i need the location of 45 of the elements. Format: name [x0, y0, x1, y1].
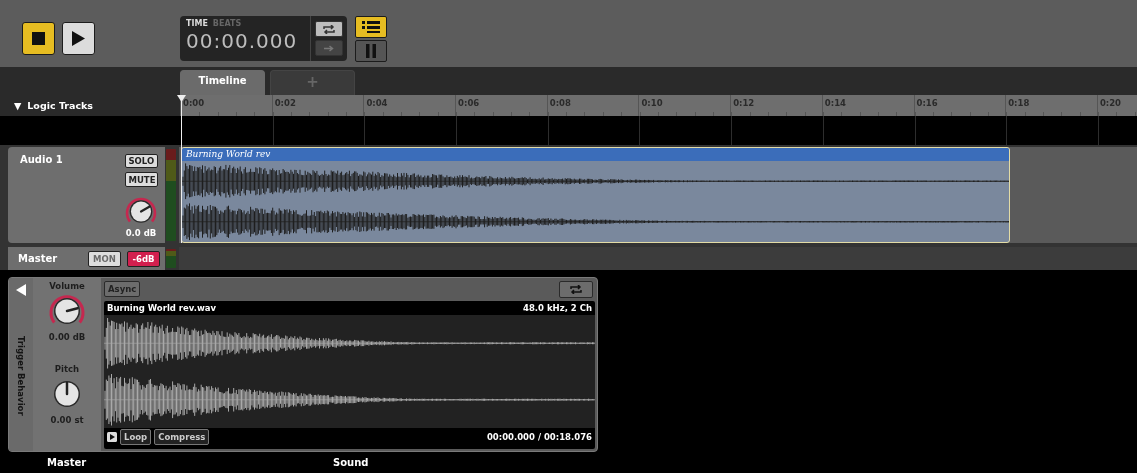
loop-icon: [570, 285, 582, 294]
play-icon: [72, 31, 85, 46]
gain-value: 0.0 dB: [125, 228, 157, 238]
time-mode-tab[interactable]: TIME: [186, 19, 208, 28]
list-icon: [362, 21, 380, 33]
time-readout: 00:00.000: [186, 29, 299, 53]
stop-button[interactable]: [22, 22, 55, 55]
knob-value: 0.00 dB: [48, 332, 86, 342]
follow-button[interactable]: [315, 40, 343, 56]
play-button[interactable]: [62, 22, 95, 55]
audio-format: 48.0 kHz, 2 Ch: [523, 303, 592, 313]
arrow-right-icon: [324, 44, 334, 52]
track-toggle[interactable]: MUTE: [124, 172, 158, 187]
track-name: Audio 1: [20, 154, 64, 167]
timeline-ruler[interactable]: 0:00 0:02 0:04 0:06 0:08 0:10 0:12 0:14 0:16 0:18 0:20: [180, 95, 1137, 116]
loop-button[interactable]: [559, 281, 593, 298]
track-toggle[interactable]: SOLO: [124, 154, 158, 169]
level-meter: [166, 249, 176, 268]
knob-label: Volume: [49, 281, 85, 291]
knob-value: 0.00 st: [50, 415, 84, 425]
side-tab[interactable]: Trigger Behavior: [9, 278, 33, 451]
knob-label: Pitch: [54, 364, 80, 374]
side-label: Trigger Behavior: [16, 336, 26, 416]
panel-label: Master: [47, 457, 88, 468]
option-toggle[interactable]: Compress: [154, 429, 210, 445]
loop-icon: [323, 24, 335, 34]
playback-position: 00:00.000 / 00:18.076: [486, 432, 592, 442]
section-title: Logic Tracks: [27, 100, 94, 111]
async-button[interactable]: Async: [104, 281, 141, 297]
track-toggle[interactable]: -6dB: [127, 250, 160, 267]
loop-button[interactable]: [315, 21, 343, 37]
file-name: Burning World rev.wav: [107, 303, 216, 313]
audio-clip[interactable]: Burning World rev: [181, 147, 1010, 243]
stop-icon: [32, 32, 45, 45]
track-name: Master: [18, 253, 59, 264]
collapse-icon[interactable]: [16, 284, 26, 296]
expand-toggle[interactable]: ▼: [14, 100, 22, 111]
pause-icon: [366, 44, 376, 58]
option-toggle[interactable]: Loop: [120, 429, 152, 445]
list-button[interactable]: [355, 16, 387, 38]
time-mode-tab[interactable]: BEATS: [212, 19, 242, 28]
panel-label: Sound: [333, 457, 369, 468]
tab[interactable]: Timeline: [180, 70, 265, 95]
play-icon[interactable]: [107, 432, 117, 442]
clip-title: Burning World rev: [182, 148, 1009, 161]
